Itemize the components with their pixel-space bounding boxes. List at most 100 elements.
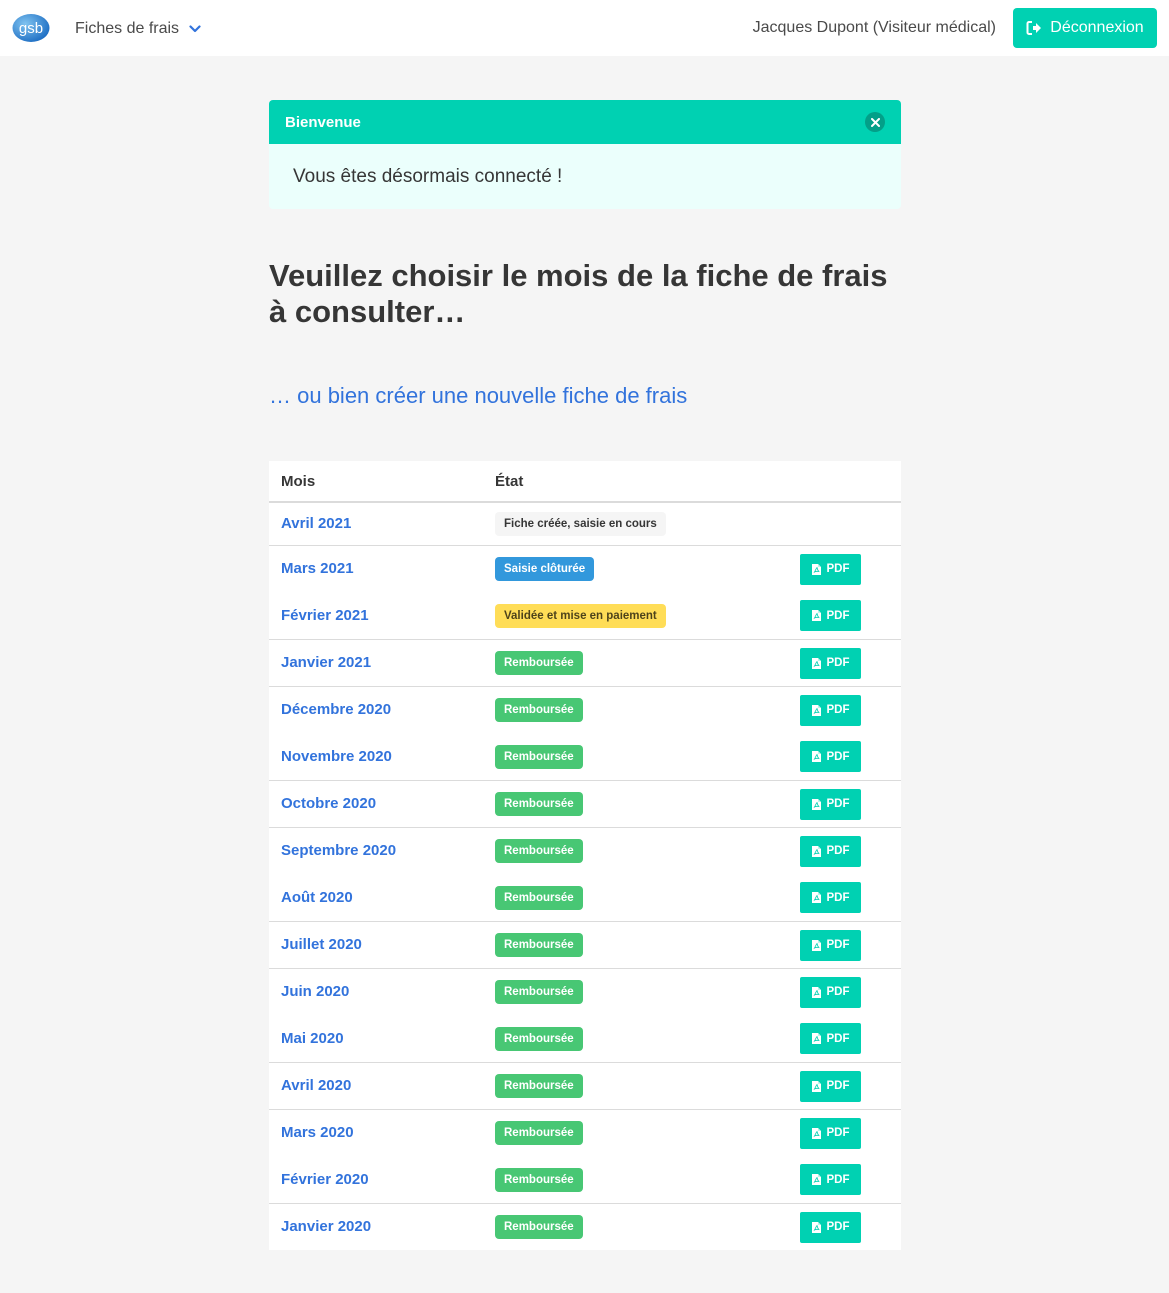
- pdf-button[interactable]: PDF: [800, 1070, 861, 1102]
- pdf-button[interactable]: PDF: [800, 1211, 861, 1243]
- pdf-button[interactable]: PDF: [800, 1023, 861, 1054]
- cell-status: Remboursée: [483, 969, 777, 1016]
- pdf-button[interactable]: PDF: [800, 882, 861, 913]
- welcome-notification: Bienvenue Vous êtes désormais connecté !: [269, 100, 901, 209]
- status-badge: Remboursée: [495, 1121, 583, 1145]
- pdf-button[interactable]: PDF: [800, 694, 861, 726]
- close-icon: [870, 117, 880, 127]
- cell-month: Novembre 2020: [269, 733, 483, 781]
- pdf-button[interactable]: PDF: [800, 929, 861, 961]
- pdf-label: PDF: [826, 750, 850, 763]
- table-row: Février 2020 Remboursée PDF: [269, 1156, 901, 1204]
- cell-month: Février 2021: [269, 592, 483, 640]
- month-link[interactable]: Avril 2021: [281, 515, 351, 532]
- pdf-button[interactable]: PDF: [800, 600, 861, 631]
- pdf-button[interactable]: PDF: [800, 741, 861, 772]
- table-row: Mai 2020 Remboursée PDF: [269, 1015, 901, 1063]
- notification-title: Bienvenue: [285, 113, 361, 131]
- month-link[interactable]: Février 2020: [281, 1171, 369, 1188]
- pdf-label: PDF: [826, 798, 850, 810]
- file-pdf-icon: [811, 563, 821, 575]
- month-link[interactable]: Novembre 2020: [281, 748, 392, 765]
- chevron-down-icon: [189, 25, 201, 33]
- file-pdf-icon: [811, 1080, 821, 1092]
- status-badge: Remboursée: [495, 744, 583, 769]
- cell-month: Juillet 2020: [269, 921, 483, 969]
- pdf-button[interactable]: PDF: [800, 835, 861, 867]
- status-badge: Remboursée: [495, 1215, 583, 1239]
- file-pdf-icon: [811, 1174, 821, 1185]
- month-link[interactable]: Décembre 2020: [281, 701, 391, 718]
- cell-month: Janvier 2021: [269, 639, 483, 687]
- cell-actions: PDF: [777, 733, 901, 781]
- file-pdf-icon: [811, 845, 821, 857]
- status-badge: Fiche créée, saisie en cours: [495, 512, 666, 536]
- cell-status: Remboursée: [483, 639, 777, 687]
- pdf-button[interactable]: PDF: [800, 647, 861, 679]
- pdf-label: PDF: [826, 563, 850, 575]
- table-row: Décembre 2020 Remboursée PDF: [269, 687, 901, 734]
- cell-actions: PDF: [777, 780, 901, 828]
- cell-month: Mai 2020: [269, 1015, 483, 1063]
- sign-out-icon: [1026, 21, 1042, 35]
- month-link[interactable]: Janvier 2020: [281, 1218, 371, 1235]
- table-row: Juillet 2020 Remboursée PDF: [269, 921, 901, 969]
- pdf-label: PDF: [826, 845, 850, 857]
- table-row: Novembre 2020 Remboursée PDF: [269, 733, 901, 781]
- cell-actions: PDF: [777, 921, 901, 969]
- file-pdf-icon: [811, 1127, 821, 1139]
- cell-status: Saisie clôturée: [483, 546, 777, 593]
- close-notification-button[interactable]: [865, 112, 885, 132]
- pdf-button[interactable]: PDF: [800, 976, 861, 1008]
- cell-status: Remboursée: [483, 1110, 777, 1157]
- cell-actions: PDF: [777, 828, 901, 875]
- table-row: Septembre 2020 Remboursée PDF: [269, 828, 901, 875]
- month-link[interactable]: Juin 2020: [281, 983, 349, 1000]
- file-pdf-icon: [811, 892, 821, 903]
- month-link[interactable]: Mars 2021: [281, 560, 354, 577]
- table-header-row: Mois État: [269, 461, 901, 503]
- gsb-logo[interactable]: gsb: [12, 13, 50, 43]
- month-link[interactable]: Mars 2020: [281, 1124, 354, 1141]
- file-pdf-icon: [811, 704, 821, 716]
- month-link[interactable]: Janvier 2021: [281, 654, 371, 671]
- status-badge: Remboursée: [495, 839, 583, 863]
- cell-month: Octobre 2020: [269, 780, 483, 828]
- status-badge: Validée et mise en paiement: [495, 603, 666, 628]
- pdf-label: PDF: [826, 986, 850, 998]
- cell-month: Décembre 2020: [269, 687, 483, 734]
- cell-month: Août 2020: [269, 874, 483, 922]
- pdf-button[interactable]: PDF: [800, 1164, 861, 1195]
- pdf-button[interactable]: PDF: [800, 1117, 861, 1149]
- logout-button[interactable]: Déconnexion: [1013, 8, 1157, 48]
- status-badge: Remboursée: [495, 980, 583, 1004]
- cell-status: Remboursée: [483, 780, 777, 828]
- cell-actions: PDF: [777, 1156, 901, 1204]
- cell-actions: PDF: [777, 687, 901, 734]
- status-badge: Remboursée: [495, 1074, 583, 1098]
- month-link[interactable]: Septembre 2020: [281, 842, 396, 859]
- month-link[interactable]: Avril 2020: [281, 1077, 351, 1094]
- notification-body: Vous êtes désormais connecté !: [293, 166, 563, 187]
- pdf-button[interactable]: PDF: [800, 553, 861, 585]
- status-badge: Remboursée: [495, 1026, 583, 1051]
- table-row: Janvier 2020 Remboursée PDF: [269, 1204, 901, 1251]
- month-link[interactable]: Mai 2020: [281, 1030, 344, 1047]
- notification-header: Bienvenue: [269, 100, 901, 144]
- pdf-label: PDF: [826, 891, 850, 904]
- month-link[interactable]: Octobre 2020: [281, 795, 376, 812]
- month-link[interactable]: Février 2021: [281, 607, 369, 624]
- month-link[interactable]: Août 2020: [281, 889, 353, 906]
- file-pdf-icon: [811, 986, 821, 998]
- month-link[interactable]: Juillet 2020: [281, 936, 362, 953]
- header-mois: Mois: [269, 461, 483, 503]
- create-fiche-link[interactable]: … ou bien créer une nouvelle fiche de fr…: [269, 383, 687, 409]
- file-pdf-icon: [811, 798, 821, 810]
- fiches-dropdown[interactable]: Fiches de frais: [75, 18, 201, 40]
- pdf-label: PDF: [826, 657, 850, 669]
- cell-month: Janvier 2020: [269, 1204, 483, 1251]
- pdf-button[interactable]: PDF: [800, 788, 861, 820]
- cell-actions: PDF: [777, 1015, 901, 1063]
- cell-actions: PDF: [777, 874, 901, 922]
- status-badge: Remboursée: [495, 933, 583, 957]
